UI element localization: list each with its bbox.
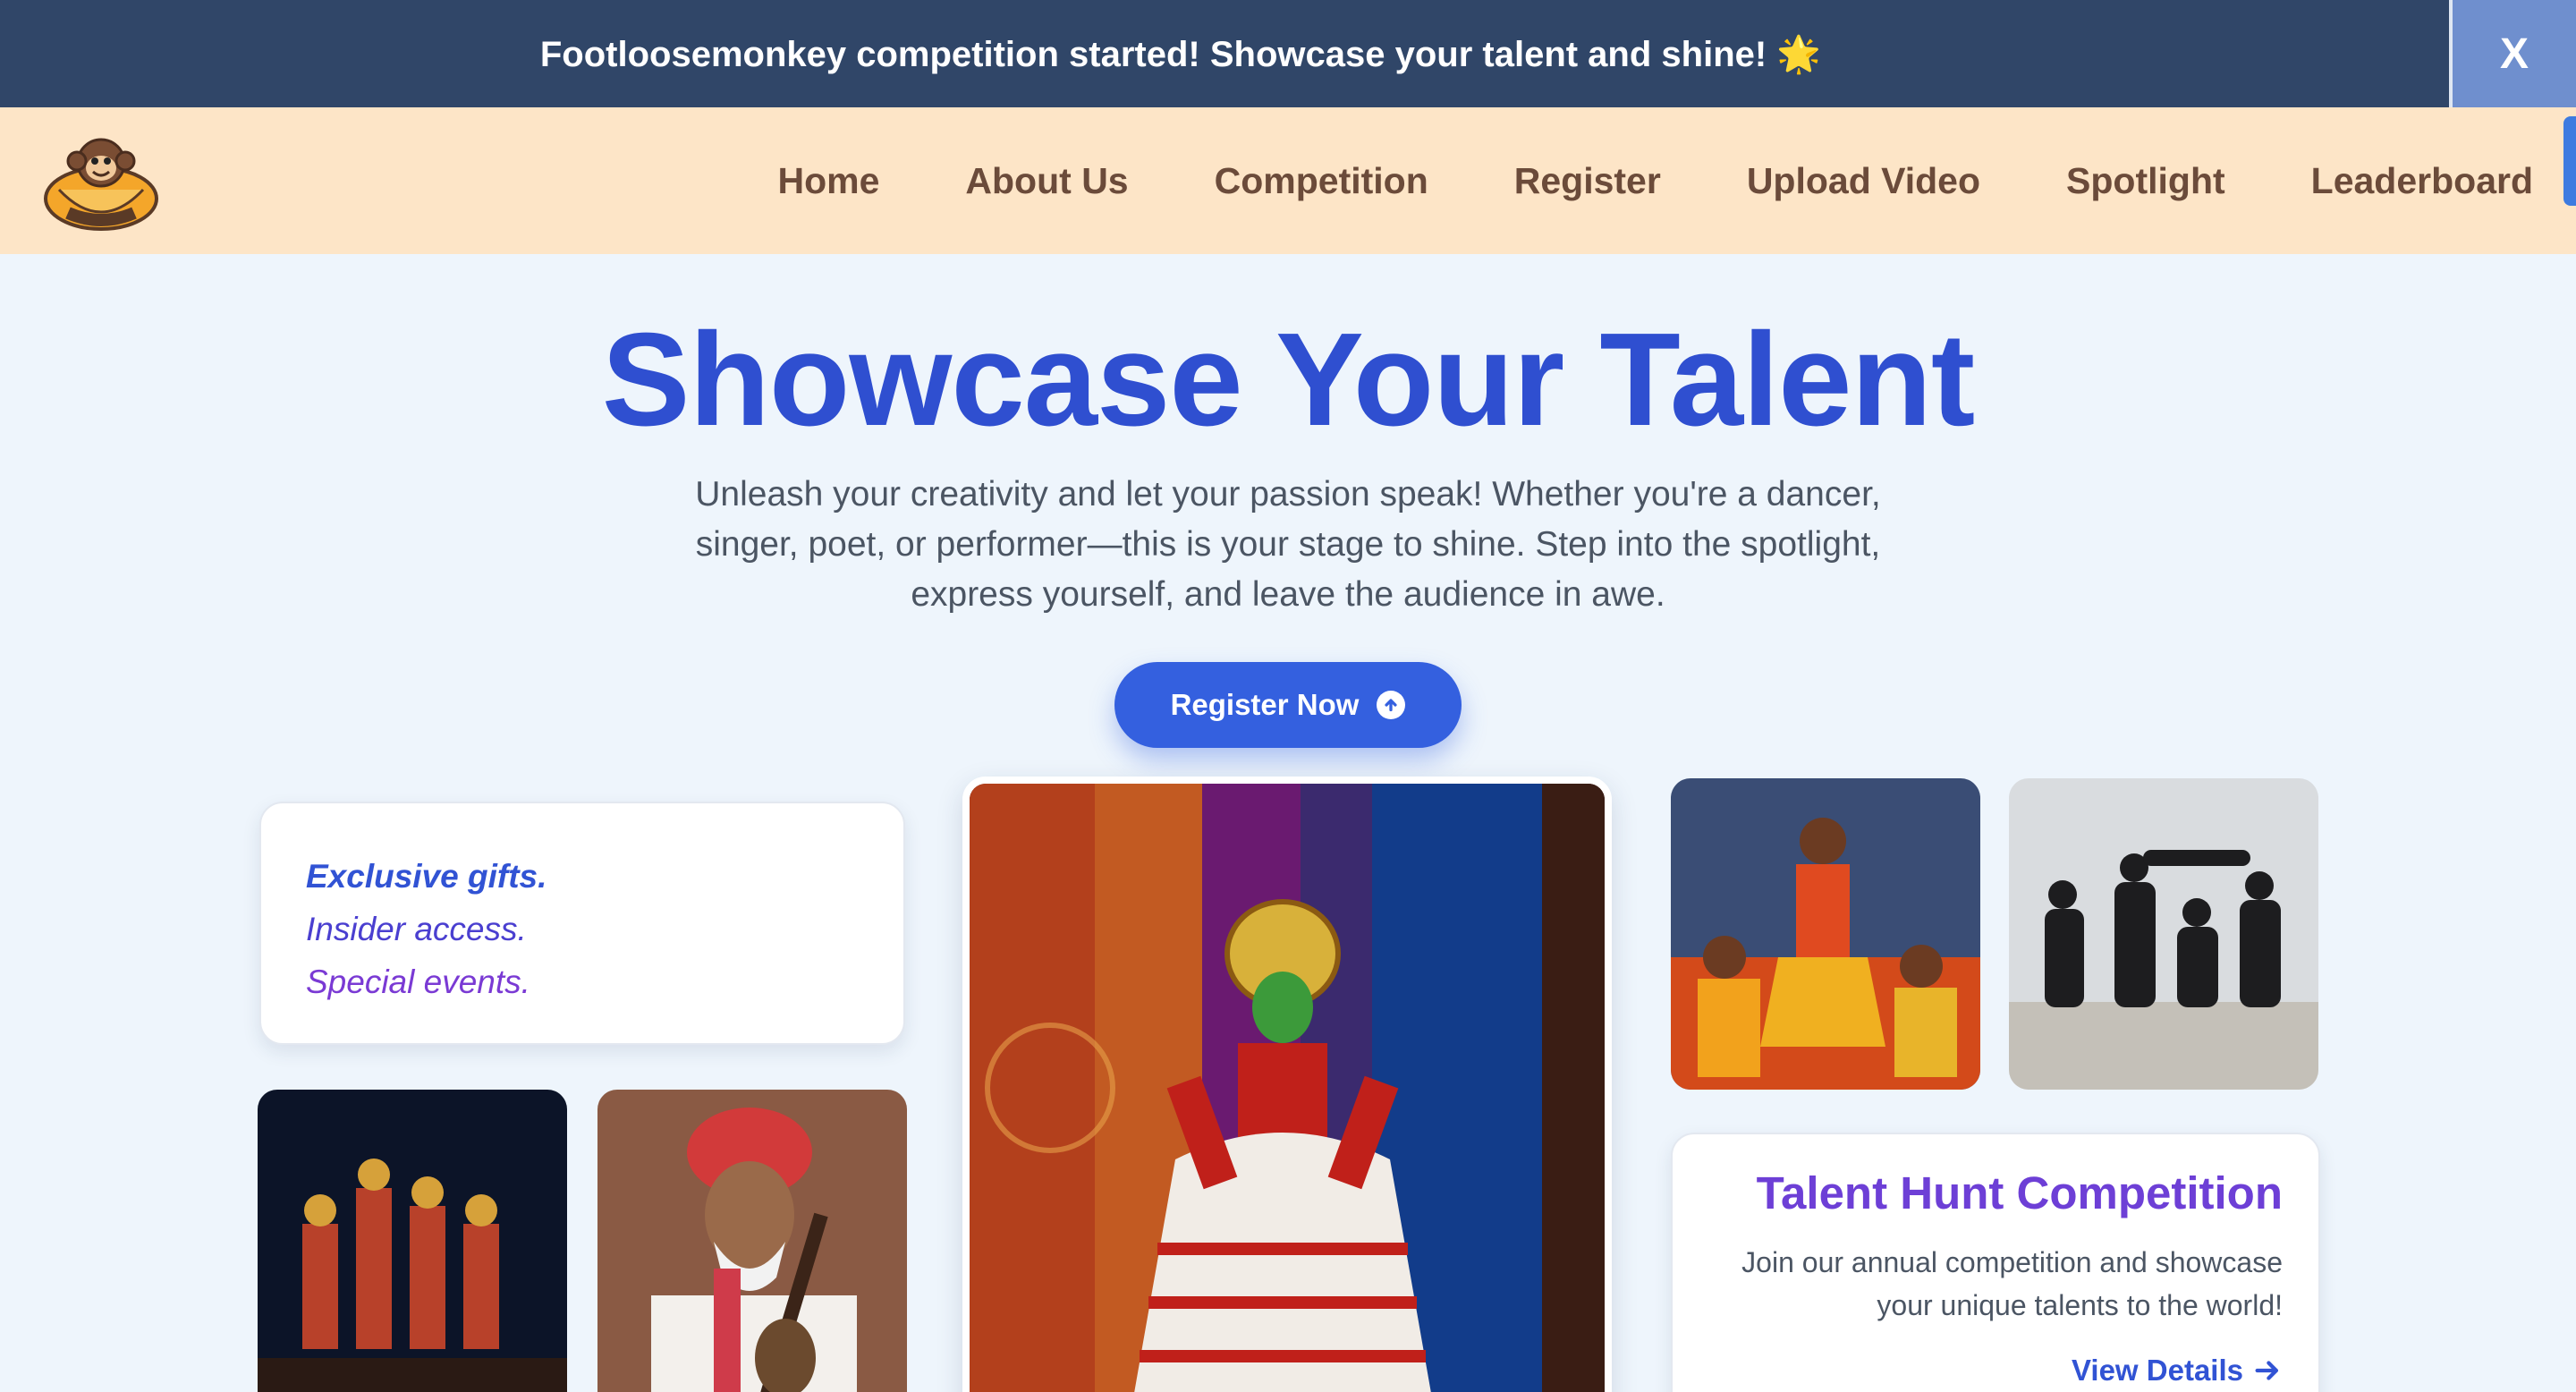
folk-musician-photo: [597, 1090, 907, 1392]
talent-hunt-title: Talent Hunt Competition: [1756, 1167, 2283, 1218]
nav-links: Home About Us Competition Register Uploa…: [691, 107, 2533, 254]
arrow-up-circle-icon: [1377, 691, 1406, 719]
hero-description: Unleash your creativity and let your pas…: [695, 475, 1881, 614]
nav-item-competition[interactable]: Competition: [1215, 160, 1428, 202]
announcement-banner: Footloosemonkey competition started! Sho…: [0, 0, 2576, 107]
top-navigation: Home About Us Competition Register Uploa…: [0, 107, 2576, 254]
perks-card: Exclusive gifts. Insider access. Special…: [259, 802, 905, 1045]
register-now-label: Register Now: [1170, 688, 1360, 721]
bharatanatyam-dancers-photo: [1671, 778, 1980, 1090]
site-logo[interactable]: [41, 127, 161, 233]
kathakali-performer-photo: [962, 777, 1612, 1392]
banner-brand: Footloosemonkey: [539, 34, 847, 74]
nav-item-home[interactable]: Home: [777, 160, 879, 202]
banner-close-button[interactable]: X: [2449, 0, 2576, 107]
nav-item-spotlight[interactable]: Spotlight: [2066, 160, 2225, 202]
perk-item: Exclusive gifts.: [306, 858, 547, 895]
perk-item: Special events.: [306, 963, 530, 1000]
banner-text: competition started! Showcase your talen…: [846, 34, 1822, 74]
banner-message: Footloosemonkey competition started! Sho…: [540, 33, 1821, 75]
hero-title: Showcase Your Talent: [601, 306, 1975, 454]
talent-hunt-description: Join our annual competition and showcase…: [1741, 1246, 2283, 1321]
monkey-logo-icon: [44, 138, 158, 231]
view-details-link[interactable]: View Details: [2072, 1354, 2283, 1388]
perk-item: Insider access.: [306, 911, 527, 947]
arrow-right-icon: [2255, 1361, 2279, 1380]
view-details-label: View Details: [2072, 1354, 2243, 1387]
nav-item-upload-video[interactable]: Upload Video: [1747, 160, 1980, 202]
talent-hunt-card: Talent Hunt Competition Join our annual …: [1671, 1133, 2320, 1392]
classical-dance-troupe-photo: [258, 1090, 567, 1392]
street-dancers-photo: [2009, 778, 2318, 1090]
nav-item-leaderboard[interactable]: Leaderboard: [2311, 160, 2533, 202]
side-scroll-tab[interactable]: [2563, 116, 2576, 206]
nav-item-about-us[interactable]: About Us: [965, 160, 1128, 202]
register-now-button[interactable]: Register Now: [1114, 662, 1462, 748]
nav-item-register[interactable]: Register: [1514, 160, 1661, 202]
